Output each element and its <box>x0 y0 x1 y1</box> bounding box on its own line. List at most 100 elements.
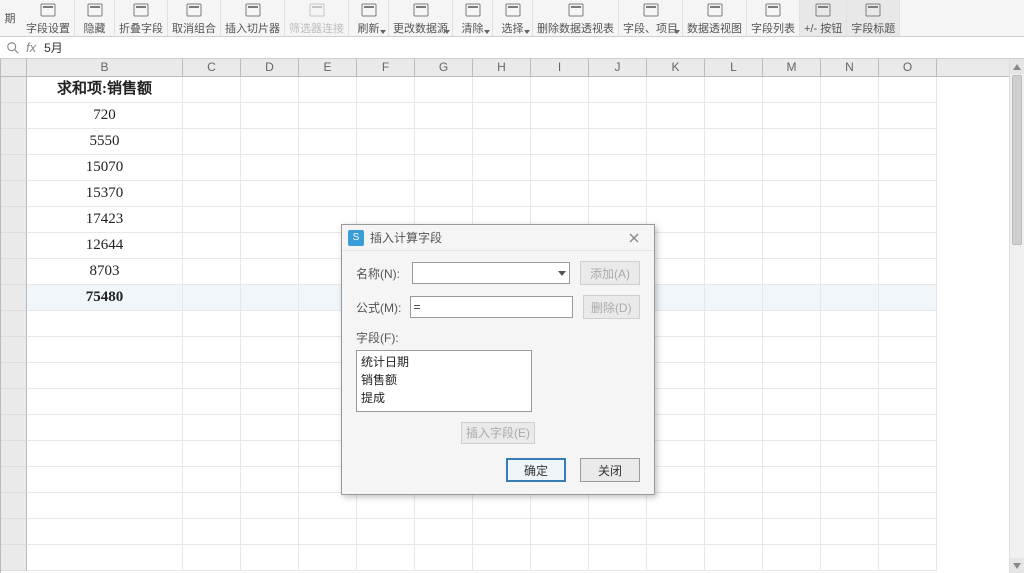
vertical-scrollbar[interactable] <box>1009 59 1024 573</box>
row-header[interactable] <box>1 519 27 545</box>
cell[interactable] <box>415 493 473 519</box>
cell[interactable] <box>183 311 241 337</box>
cell[interactable] <box>763 103 821 129</box>
cell[interactable] <box>821 441 879 467</box>
column-header-G[interactable]: G <box>415 59 473 76</box>
cell[interactable] <box>183 103 241 129</box>
scroll-down-arrow[interactable] <box>1010 558 1024 573</box>
cell[interactable] <box>763 207 821 233</box>
cell[interactable] <box>241 207 299 233</box>
cell[interactable] <box>183 493 241 519</box>
cell[interactable] <box>473 493 531 519</box>
cell[interactable] <box>299 181 357 207</box>
cell[interactable] <box>879 415 937 441</box>
cell[interactable] <box>821 207 879 233</box>
cell[interactable] <box>879 363 937 389</box>
cell-B[interactable]: 17423 <box>27 207 183 233</box>
cell[interactable] <box>647 155 705 181</box>
column-header-K[interactable]: K <box>647 59 705 76</box>
cell[interactable] <box>241 259 299 285</box>
row-header[interactable] <box>1 233 27 259</box>
ribbon-btn-4[interactable]: 插入切片器 <box>221 0 285 36</box>
cell[interactable] <box>183 545 241 571</box>
ribbon-btn-6[interactable]: 刷新 <box>349 0 389 36</box>
cell[interactable] <box>183 233 241 259</box>
scroll-thumb[interactable] <box>1012 75 1022 245</box>
cell[interactable] <box>241 155 299 181</box>
field-list-item[interactable]: 统计日期 <box>361 353 527 371</box>
formula-input[interactable] <box>410 296 573 318</box>
cell[interactable] <box>531 493 589 519</box>
cell[interactable] <box>879 337 937 363</box>
cell[interactable] <box>763 129 821 155</box>
cell[interactable] <box>647 415 705 441</box>
cell[interactable] <box>763 519 821 545</box>
cell[interactable] <box>183 415 241 441</box>
cell[interactable] <box>705 467 763 493</box>
cell[interactable] <box>821 363 879 389</box>
cell[interactable] <box>763 155 821 181</box>
cell-B[interactable]: 15070 <box>27 155 183 181</box>
cell[interactable] <box>183 337 241 363</box>
cell[interactable] <box>473 103 531 129</box>
cell[interactable] <box>415 129 473 155</box>
cell[interactable] <box>299 545 357 571</box>
cell-B[interactable] <box>27 467 183 493</box>
cell[interactable] <box>241 311 299 337</box>
cell[interactable] <box>357 493 415 519</box>
cell[interactable] <box>473 129 531 155</box>
cell[interactable] <box>821 181 879 207</box>
cell[interactable] <box>531 129 589 155</box>
cell[interactable] <box>531 519 589 545</box>
ok-button[interactable]: 确定 <box>506 458 566 482</box>
cell[interactable] <box>647 467 705 493</box>
cell[interactable] <box>879 155 937 181</box>
cell[interactable] <box>763 363 821 389</box>
ribbon-btn-9[interactable]: 选择 <box>493 0 533 36</box>
ribbon-btn-10[interactable]: 删除数据透视表 <box>533 0 619 36</box>
cell-B[interactable] <box>27 337 183 363</box>
close-icon[interactable] <box>620 228 648 248</box>
cell[interactable] <box>879 389 937 415</box>
cell[interactable] <box>183 259 241 285</box>
cell[interactable] <box>299 519 357 545</box>
row-header[interactable] <box>1 363 27 389</box>
column-header-D[interactable]: D <box>241 59 299 76</box>
scroll-up-arrow[interactable] <box>1010 59 1024 74</box>
cell[interactable] <box>415 155 473 181</box>
ribbon-btn-14[interactable]: +/- 按钮 <box>800 0 847 36</box>
cell[interactable] <box>241 233 299 259</box>
cell[interactable] <box>241 129 299 155</box>
fields-listbox[interactable]: 统计日期销售额提成 <box>356 350 532 412</box>
cell[interactable] <box>183 129 241 155</box>
cell[interactable] <box>821 77 879 103</box>
cell[interactable] <box>183 519 241 545</box>
row-header[interactable] <box>1 181 27 207</box>
field-list-item[interactable]: 销售额 <box>361 371 527 389</box>
cell[interactable] <box>299 103 357 129</box>
cell[interactable] <box>705 285 763 311</box>
cell[interactable] <box>821 233 879 259</box>
cell[interactable] <box>821 415 879 441</box>
cell[interactable] <box>705 441 763 467</box>
cell[interactable] <box>763 545 821 571</box>
cell[interactable] <box>473 545 531 571</box>
cell[interactable] <box>763 285 821 311</box>
cell-B[interactable] <box>27 389 183 415</box>
ribbon-btn-3[interactable]: 取消组合 <box>168 0 221 36</box>
cell[interactable] <box>589 181 647 207</box>
cell[interactable] <box>357 545 415 571</box>
cell-B[interactable] <box>27 519 183 545</box>
cell[interactable] <box>879 519 937 545</box>
cell[interactable] <box>821 155 879 181</box>
cell[interactable] <box>647 181 705 207</box>
cell[interactable] <box>705 207 763 233</box>
ribbon-btn-0[interactable]: 字段设置 <box>22 0 75 36</box>
cell[interactable] <box>415 103 473 129</box>
cell[interactable] <box>183 467 241 493</box>
cell[interactable] <box>647 207 705 233</box>
cell[interactable] <box>589 545 647 571</box>
cell[interactable] <box>415 545 473 571</box>
row-header[interactable] <box>1 545 27 571</box>
column-header-F[interactable]: F <box>357 59 415 76</box>
